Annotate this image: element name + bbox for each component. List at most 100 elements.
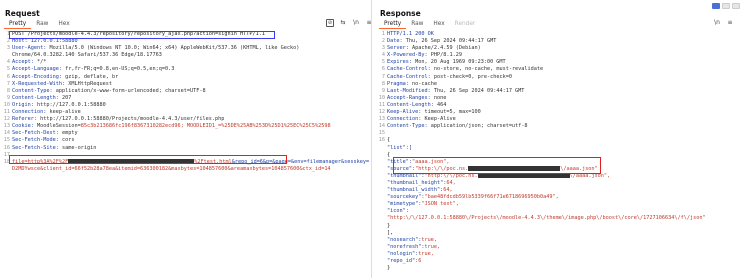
line-number: 14 [3, 130, 10, 137]
line-code: "thumbnail":"http:\/\/poc.ns. \/aaaa.json… [387, 172, 610, 180]
line-code: "source":"http:\/\/poc.ns. \/aaaa.json" [387, 165, 598, 173]
request-line: 17 [0, 152, 371, 159]
response-line: "icon": [375, 208, 752, 215]
request-line: 2 Host: 127.0.0.1:58880 [0, 38, 371, 45]
line-number: 5 [381, 59, 385, 66]
line-number: 4 [381, 52, 385, 59]
code-token: 6 [418, 258, 422, 264]
response-line: 9 Last-Modified: Thu, 26 Sep 2024 09:44:1… [375, 88, 752, 95]
code-token: { [387, 137, 391, 144]
code-token: "nosearch": [387, 236, 422, 243]
response-line: 11 Content-Length: 464 [375, 102, 752, 109]
code-token: MoodleSession= [37, 123, 81, 130]
code-token: Accept: [12, 59, 37, 66]
line-code: Accept-Ranges: none [387, 95, 446, 102]
request-line: 18 file=http%3A%2F%2F %2Ftest.html&repo_id… [0, 158, 371, 166]
line-code: HTTP/1.1 200 OK [387, 31, 434, 38]
code-token: http://127.0.0.1:58880/Projects/moodle-4… [40, 116, 225, 123]
code-token: "http:\/\/poc.ns. [415, 165, 469, 172]
request-line: 15 Sec-Fetch-Mode: cors [0, 137, 371, 144]
request-tab-raw[interactable]: Raw [31, 19, 53, 29]
code-token: */* [37, 59, 47, 66]
line-code: Cache-Control: no-store, no-cache, must-… [387, 66, 543, 73]
line-number: 4 [6, 59, 10, 66]
menu-icon[interactable]: ≡ [726, 19, 734, 27]
code-token: "thumbnail_width": [387, 187, 444, 194]
redaction-bar [468, 165, 561, 171]
line-code: Cookie: MoodleSession=85c3b213686fc196f8… [12, 123, 331, 130]
request-title: Request [5, 9, 40, 18]
response-editor[interactable]: 1 HTTP/1.1 200 OK 2 Date: Thu, 26 Sep 2024 … [375, 31, 752, 278]
redaction-bar [477, 172, 570, 178]
request-line: 3 User-Agent: Mozilla/5.0 (Windows NT 10.… [0, 45, 371, 52]
line-code: "list":[ [387, 145, 412, 152]
request-editor[interactable]: 1 POST /Projects/moodle-4.4.3/repository/… [0, 31, 371, 278]
code-token: Content-Length: [12, 94, 62, 101]
line-number: 7 [381, 73, 385, 80]
line-number: 3 [381, 45, 385, 52]
code-token: Accept-Encoding: [12, 73, 66, 80]
code-token: "nologin": [387, 250, 419, 257]
eye-off-icon[interactable]: ⊘ [326, 19, 334, 27]
code-token: Expires: [387, 59, 416, 66]
line-number: 3 [6, 45, 10, 52]
response-tab-raw[interactable]: Raw [406, 19, 428, 29]
line-code: Accept-Language: fr,fr-FR;q=0.8,en-US;q=… [12, 66, 174, 73]
wrap-icon[interactable]: ⇆ [339, 19, 347, 27]
response-line: 15 [375, 130, 752, 137]
line-code: Connection: keep-alive [12, 109, 81, 116]
response-tab-pretty[interactable]: Pretty [379, 19, 407, 29]
code-token: Mon, 20 Aug 1969 09:23:00 GMT [415, 59, 506, 66]
line-code: Expires: Mon, 20 Aug 1969 09:23:00 GMT [387, 59, 506, 66]
code-token: POST /Projects/moodle-4.4.3/repository/r… [12, 31, 265, 37]
code-token: Content-Length: [387, 101, 437, 108]
newline-icon[interactable]: \n [713, 19, 721, 27]
request-tab-pretty[interactable]: Pretty [4, 19, 32, 29]
menu-icon[interactable]: ≡ [365, 19, 373, 27]
request-line: Chrome/64.0.3282.140 Safari/537.36 Edge/… [0, 52, 371, 59]
code-token: Origin: [12, 101, 37, 108]
line-code: User-Agent: Mozilla/5.0 (Windows NT 10.0… [12, 45, 299, 52]
redaction-bar [68, 158, 195, 164]
line-code: "norefresh":true, [387, 244, 440, 251]
code-token: true, [418, 250, 434, 257]
line-code: "sourcekey":"bae48fdcdb59lb5339f66f71e67… [387, 194, 559, 201]
code-token: Cookie: [12, 123, 37, 130]
line-code: Content-Length: 207 [12, 95, 71, 102]
line-code: Accept-Encoding: gzip, deflate, br [12, 74, 118, 81]
line-code: POST /Projects/moodle-4.4.3/repository/r… [12, 31, 265, 38]
response-line: 13 Connection: Keep-Alive [375, 116, 752, 123]
response-line: 6 Cache-Control: no-store, no-cache, must… [375, 66, 752, 73]
response-line: 16{ [375, 137, 752, 144]
response-line: "sourcekey":"bae48fdcdb59lb5339f66f71e67… [375, 194, 752, 201]
line-number: 7 [6, 80, 10, 87]
code-token: 207 [61, 94, 72, 101]
line-code: { [387, 137, 390, 144]
code-token: Keep-Alive: [387, 109, 425, 116]
code-token: Apache/2.4.59 (Debian) [412, 45, 481, 52]
line-number: 16 [3, 144, 10, 151]
code-token: application/x-www-form-urlencoded; chars… [55, 87, 206, 94]
line-code: Content-Type: application/json; charset=… [387, 123, 528, 130]
line-code: Origin: http://127.0.0.1:58880 [12, 102, 106, 109]
newline-icon[interactable]: \n [352, 19, 360, 27]
line-number: 9 [381, 87, 385, 94]
response-tab-render[interactable]: Render [450, 19, 481, 29]
code-token: X-Requested-With: [12, 80, 69, 87]
line-code: Content-Length: 464 [387, 102, 446, 109]
code-token: true, [424, 243, 441, 250]
line-number: 1 [381, 31, 385, 37]
response-line: 4 X-Powered-By: PHP/8.1.29 [375, 52, 752, 59]
line-number: 14 [378, 123, 385, 130]
code-token: "http:\/\/poc.ns. [424, 172, 478, 179]
response-title: Response [380, 9, 421, 18]
response-tab-hex[interactable]: Hex [428, 19, 449, 29]
request-line: 8 Content-Type: application/x-www-form-ur… [0, 88, 371, 95]
code-token: Chrome/64.0.3282.140 Safari/537.36 Edge/… [12, 52, 162, 59]
code-token: "mimetype": [387, 201, 422, 208]
request-line: 12 Referer: http://127.0.0.1:58880/Projec… [0, 116, 371, 123]
code-token: D2MDYwsce&client_id=66f52b28a78ea&itemid… [12, 165, 331, 172]
response-line: "nologin":true, [375, 251, 752, 258]
line-code: Last-Modified: Thu, 26 Sep 2024 09:44:17… [387, 88, 524, 95]
request-tab-hex[interactable]: Hex [53, 19, 74, 29]
